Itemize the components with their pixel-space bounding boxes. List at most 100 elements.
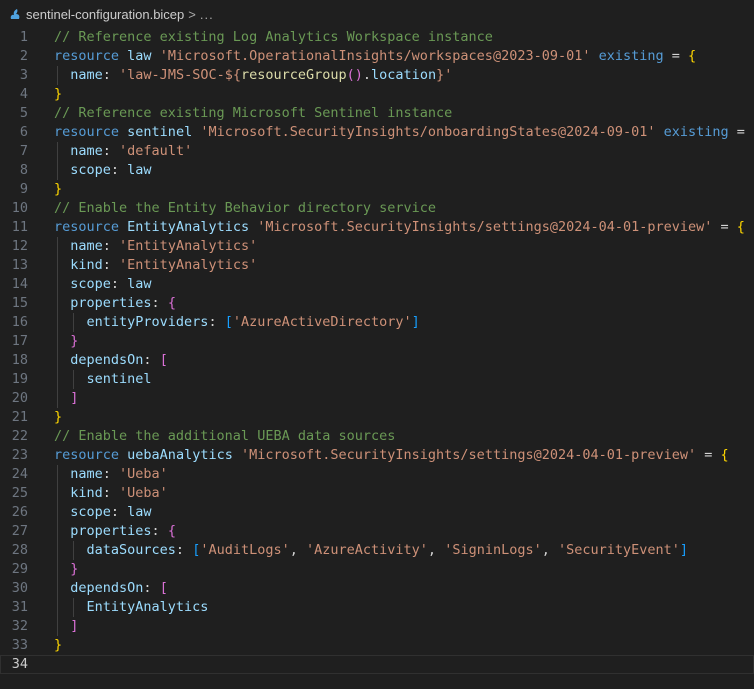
code-token: . xyxy=(362,67,372,83)
code-token: : xyxy=(102,466,120,482)
code-line[interactable]: 18 dependsOn: [ xyxy=(0,351,754,370)
code-text: dependsOn: [ xyxy=(54,579,168,598)
code-line[interactable]: 20 ] xyxy=(0,389,754,408)
code-line[interactable]: 9} xyxy=(0,180,754,199)
code-token: properties xyxy=(70,523,152,539)
code-token: law xyxy=(127,48,152,64)
code-text: ] xyxy=(54,389,78,408)
code-line[interactable]: 19 sentinel xyxy=(0,370,754,389)
line-number: 31 xyxy=(11,599,28,615)
code-token: 'SecurityEvent' xyxy=(558,542,680,558)
code-line[interactable]: 23 resource uebaAnalytics 'Microsoft.Secu… xyxy=(0,446,754,465)
line-number: 12 xyxy=(11,238,28,254)
line-number: 30 xyxy=(11,580,28,596)
code-line[interactable]: 3 name: 'law-JMS-SOC-${resourceGroup().l… xyxy=(0,66,754,85)
code-line[interactable]: 24 name: 'Ueba' xyxy=(0,465,754,484)
code-text: name: 'law-JMS-SOC-${resourceGroup().loc… xyxy=(54,66,452,85)
code-line[interactable]: 17 } xyxy=(0,332,754,351)
code-token: ] xyxy=(411,314,420,330)
code-text: dataSources: ['AuditLogs', 'AzureActivit… xyxy=(54,541,689,560)
code-token: ] xyxy=(70,390,79,406)
code-token: { xyxy=(720,447,729,463)
code-token: , xyxy=(427,542,445,558)
code-line[interactable]: 11 resource EntityAnalytics 'Microsoft.Se… xyxy=(0,218,754,237)
code-line[interactable]: 6 resource sentinel 'Microsoft.SecurityIn… xyxy=(0,123,754,142)
code-token: properties xyxy=(70,295,152,311)
code-line[interactable]: 13 kind: 'EntityAnalytics' xyxy=(0,256,754,275)
code-token: , xyxy=(541,542,558,558)
code-line[interactable]: 33} xyxy=(0,636,754,655)
code-text: kind: 'Ueba' xyxy=(54,484,168,503)
code-text: kind: 'EntityAnalytics' xyxy=(54,256,257,275)
code-token: name xyxy=(70,238,103,254)
breadcrumb-more[interactable]: ... xyxy=(200,7,214,22)
code-token: uebaAnalytics xyxy=(127,447,233,463)
line-number: 11 xyxy=(11,219,28,235)
code-token: : xyxy=(208,314,225,330)
breadcrumb-file-name[interactable]: sentinel-configuration.bicep xyxy=(26,7,184,22)
code-token: 'Microsoft.SecurityInsights/settings@202… xyxy=(240,447,697,463)
code-token: location xyxy=(371,67,437,83)
code-editor[interactable]: 1 // Reference existing Log Analytics Wor… xyxy=(0,28,754,689)
code-line[interactable]: 5 // Reference existing Microsoft Sentine… xyxy=(0,104,754,123)
code-line[interactable]: 30 dependsOn: [ xyxy=(0,579,754,598)
code-token: : xyxy=(110,276,128,292)
line-number: 20 xyxy=(11,390,28,406)
code-line[interactable]: 4} xyxy=(0,85,754,104)
code-line[interactable]: 8 scope: law xyxy=(0,161,754,180)
code-token: existing xyxy=(663,124,729,140)
code-token: dependsOn xyxy=(70,580,144,596)
code-line[interactable]: 16 entityProviders: ['AzureActiveDirecto… xyxy=(0,313,754,332)
code-text: } xyxy=(54,408,62,427)
code-token: = xyxy=(696,447,721,463)
code-line[interactable]: 28 dataSources: ['AuditLogs', 'AzureActi… xyxy=(0,541,754,560)
line-number: 1 xyxy=(19,29,28,45)
code-line[interactable]: 21} xyxy=(0,408,754,427)
code-line[interactable]: 34 xyxy=(0,655,754,674)
code-token: : xyxy=(102,143,120,159)
code-token: EntityAnalytics xyxy=(86,599,209,615)
code-line[interactable]: 1 // Reference existing Log Analytics Wor… xyxy=(0,28,754,47)
code-line[interactable]: 29 } xyxy=(0,560,754,579)
code-line[interactable]: 7 name: 'default' xyxy=(0,142,754,161)
code-token: = xyxy=(712,219,737,235)
code-token: } xyxy=(70,561,79,577)
code-line[interactable]: 15 properties: { xyxy=(0,294,754,313)
code-token: sentinel xyxy=(127,124,193,140)
code-token: resource xyxy=(54,48,120,64)
code-token: 'Ueba' xyxy=(119,466,168,482)
code-text: entityProviders: ['AzureActiveDirectory'… xyxy=(54,313,420,332)
line-number: 9 xyxy=(19,181,28,197)
line-number: 25 xyxy=(11,485,28,501)
line-number: 19 xyxy=(11,371,28,387)
code-line[interactable]: 14 scope: law xyxy=(0,275,754,294)
code-line[interactable]: 22 // Enable the additional UEBA data sou… xyxy=(0,427,754,446)
code-token: : xyxy=(102,257,120,273)
code-line[interactable]: 26 scope: law xyxy=(0,503,754,522)
code-token: existing xyxy=(598,48,664,64)
code-line[interactable]: 27 properties: { xyxy=(0,522,754,541)
code-text: } xyxy=(54,560,78,579)
code-line[interactable]: 12 name: 'EntityAnalytics' xyxy=(0,237,754,256)
code-line[interactable]: 31 EntityAnalytics xyxy=(0,598,754,617)
code-line[interactable]: 2 resource law 'Microsoft.OperationalInsi… xyxy=(0,47,754,66)
code-token: : xyxy=(143,580,160,596)
code-line[interactable]: 32 ] xyxy=(0,617,754,636)
code-token: // Enable the Entity Behavior directory … xyxy=(54,200,437,216)
code-line[interactable]: 10 // Enable the Entity Behavior director… xyxy=(0,199,754,218)
code-token: : xyxy=(102,67,120,83)
code-token: : xyxy=(102,238,120,254)
code-text: } xyxy=(54,180,62,199)
code-text: properties: { xyxy=(54,522,176,541)
code-line[interactable]: 25 kind: 'Ueba' xyxy=(0,484,754,503)
code-text: resource uebaAnalytics 'Microsoft.Securi… xyxy=(54,446,729,465)
code-token: : xyxy=(110,162,128,178)
code-text: dependsOn: [ xyxy=(54,351,168,370)
